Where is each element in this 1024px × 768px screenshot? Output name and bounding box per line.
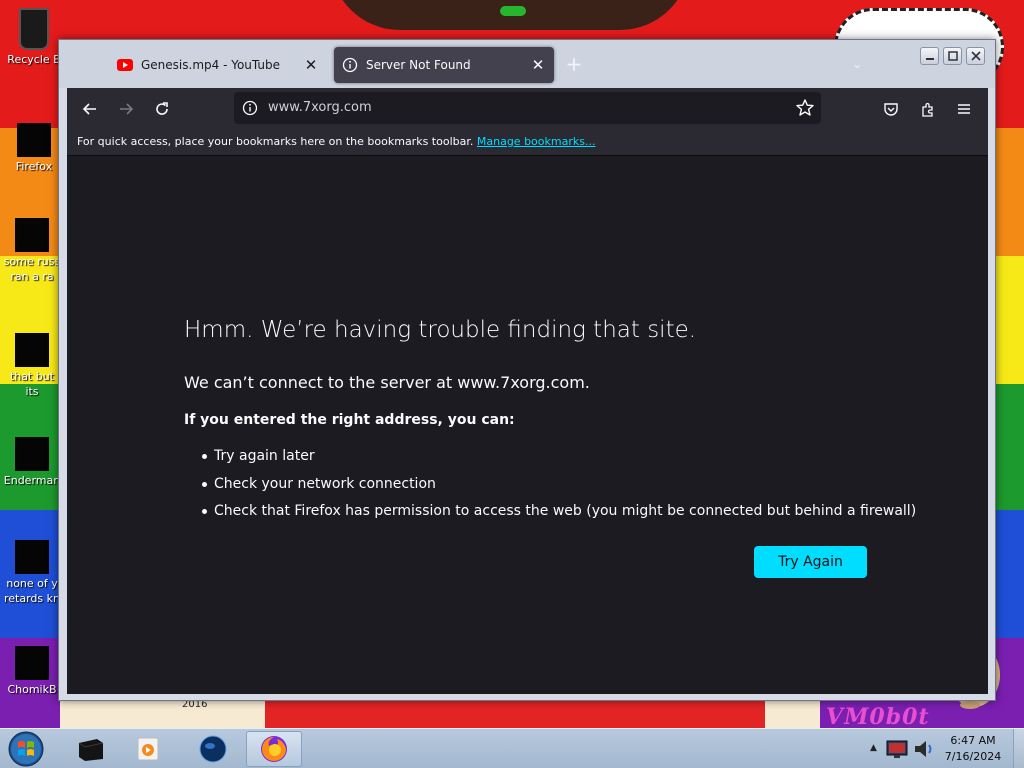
desktop-icon-recycle-bin[interactable]: Recycle B <box>4 8 64 67</box>
network-icon[interactable] <box>886 737 908 761</box>
app-icon <box>15 437 49 471</box>
clock-time: 6:47 AM <box>950 734 996 747</box>
desktop-icon-label: ran a ra <box>10 270 54 283</box>
close-tab-icon[interactable]: ✕ <box>301 55 321 75</box>
taskbar-app-globe[interactable] <box>185 731 241 767</box>
list-item: Try again later <box>184 446 916 474</box>
taskbar: ▲ 6:47 AM 7/16/2024 <box>0 728 1024 768</box>
close-window-button[interactable] <box>966 47 985 65</box>
desktop-icon-label: some russ <box>3 255 61 268</box>
error-suggestions-heading: If you entered the right address, you ca… <box>184 412 515 428</box>
browser-content-frame: www.7xorg.com For quick access, place yo… <box>67 88 988 694</box>
bookmark-star-icon[interactable] <box>795 98 815 118</box>
error-message: We can’t connect to the server at www.7x… <box>184 373 590 392</box>
firefox-icon <box>17 123 51 157</box>
reload-icon[interactable] <box>150 97 174 121</box>
media-player-icon <box>137 737 159 761</box>
bookmarks-toolbar: For quick access, place your bookmarks h… <box>67 130 988 156</box>
recycle-bin-icon <box>19 8 49 50</box>
taskbar-app-firefox[interactable] <box>246 731 302 767</box>
taskbar-app-terminal[interactable] <box>62 731 118 767</box>
maximize-button[interactable] <box>943 47 962 65</box>
error-page: Hmm. We’re having trouble finding that s… <box>67 156 988 694</box>
close-tab-icon[interactable]: ✕ <box>528 55 548 75</box>
desktop-icon-label: none of y <box>6 577 58 590</box>
shortcut-icon <box>15 333 49 367</box>
list-all-tabs-icon[interactable]: ⌄ <box>847 54 867 74</box>
desktop-icon-label: Firefox <box>15 160 53 173</box>
firefox-window: Genesis.mp4 - YouTube ✕ Server Not Found… <box>58 39 996 701</box>
minimize-button[interactable] <box>920 47 939 65</box>
file-icon <box>15 218 49 252</box>
manage-bookmarks-link[interactable]: Manage bookmarks... <box>477 135 596 148</box>
forward-arrow-icon[interactable] <box>114 97 138 121</box>
list-item: Check that Firefox has permission to acc… <box>184 501 916 529</box>
desktop-icon-label: retards kn <box>4 592 60 605</box>
windows-logo-icon <box>8 731 44 767</box>
firefox-icon <box>261 736 287 762</box>
tab-youtube[interactable]: Genesis.mp4 - YouTube ✕ <box>109 47 327 83</box>
site-info-icon[interactable] <box>242 100 258 116</box>
volume-icon[interactable] <box>912 737 936 761</box>
url-bar[interactable]: www.7xorg.com <box>234 92 821 124</box>
desktop-icon-label: ChomikB <box>7 683 57 696</box>
pocket-icon[interactable] <box>879 97 903 121</box>
tab-server-not-found[interactable]: Server Not Found ✕ <box>334 47 554 83</box>
wallpaper-watermark: VM0b0t <box>826 704 930 730</box>
start-button[interactable] <box>6 730 46 768</box>
try-again-button[interactable]: Try Again <box>754 546 867 578</box>
hamster-app-icon <box>15 646 49 680</box>
navigation-toolbar: www.7xorg.com <box>67 88 988 130</box>
desktop-icon-firefox[interactable]: Firefox <box>4 123 64 174</box>
wallpaper-figure-accent <box>500 6 526 16</box>
desktop-icon-label: that but its <box>9 370 55 398</box>
desktop-icon-chomikb[interactable]: ChomikB <box>2 646 62 697</box>
menu-hamburger-icon[interactable] <box>952 97 976 121</box>
tab-label: Server Not Found <box>366 58 471 72</box>
wallpaper-bottom-band <box>265 700 765 730</box>
url-text[interactable]: www.7xorg.com <box>268 100 372 115</box>
desktop-icon-none-of-y[interactable]: none of y retards kn <box>2 540 62 606</box>
error-suggestions-list: Try again later Check your network conne… <box>184 446 916 529</box>
list-item: Check your network connection <box>184 474 916 502</box>
desktop-icon-label: Enderman <box>3 474 61 487</box>
info-icon <box>342 57 358 73</box>
desktop-icon-enderman[interactable]: Enderman <box>2 437 62 488</box>
globe-icon <box>199 735 227 763</box>
desktop-icon-that-but-its[interactable]: that but its <box>2 333 62 399</box>
extensions-icon[interactable] <box>916 97 940 121</box>
system-clock[interactable]: 6:47 AM 7/16/2024 <box>938 731 1008 767</box>
file-icon <box>15 540 49 574</box>
desktop-icon-some-russ[interactable]: some russ ran a ra <box>2 218 62 284</box>
taskbar-app-media-player[interactable] <box>120 731 176 767</box>
terminal-app-icon <box>78 739 104 761</box>
back-arrow-icon[interactable] <box>78 97 102 121</box>
bookmarks-hint-text: For quick access, place your bookmarks h… <box>77 135 474 148</box>
show-desktop-button[interactable] <box>1013 729 1024 768</box>
error-title: Hmm. We’re having trouble finding that s… <box>184 317 697 343</box>
youtube-icon <box>117 57 133 73</box>
system-tray: ▲ <box>866 731 940 767</box>
tab-label: Genesis.mp4 - YouTube <box>141 58 281 72</box>
desktop-icon-label: Recycle B <box>7 53 61 66</box>
tab-strip: Genesis.mp4 - YouTube ✕ Server Not Found… <box>59 40 995 88</box>
show-hidden-icons-icon[interactable]: ▲ <box>870 743 877 753</box>
new-tab-button[interactable]: + <box>564 54 584 74</box>
clock-date: 7/16/2024 <box>944 750 1002 763</box>
